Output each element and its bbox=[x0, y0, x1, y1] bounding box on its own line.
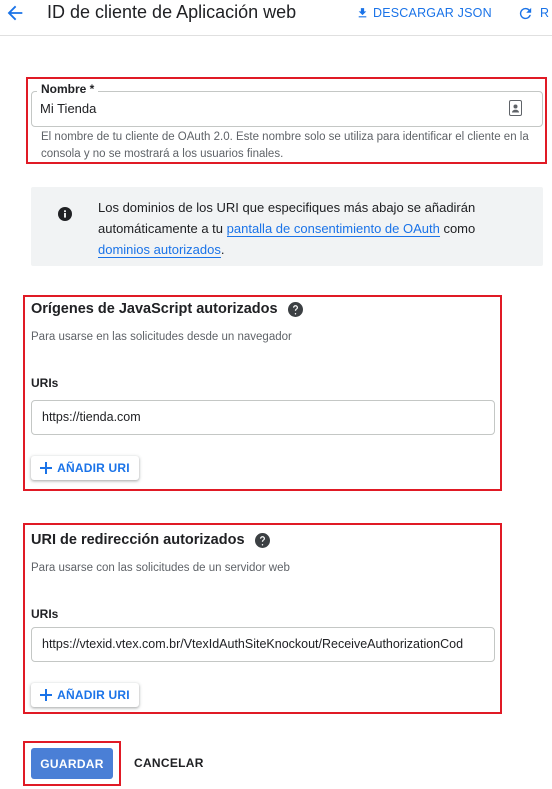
info-text-part: como bbox=[439, 221, 476, 236]
page-title: ID de cliente de Aplicación web bbox=[47, 2, 297, 22]
add-redirect-uri-button[interactable]: AÑADIR URI bbox=[31, 683, 139, 707]
info-icon bbox=[58, 207, 72, 221]
js-origin-uri-input[interactable]: https://tienda.com bbox=[31, 400, 495, 435]
name-field[interactable] bbox=[31, 91, 543, 127]
js-origin-uri-value: https://tienda.com bbox=[42, 410, 141, 424]
plus-icon bbox=[40, 689, 53, 701]
contact-card-icon[interactable] bbox=[509, 100, 522, 116]
js-origins-title: Orígenes de JavaScript autorizados bbox=[31, 301, 303, 317]
page-header: ID de cliente de Aplicación web DESCARGA… bbox=[0, 0, 552, 36]
info-text: Los dominios de los URI que especifiques… bbox=[98, 197, 518, 260]
redirect-uris-subtitle: Para usarse con las solicitudes de un se… bbox=[31, 562, 290, 574]
js-origins-title-text: Orígenes de JavaScript autorizados bbox=[31, 301, 278, 317]
redirect-uris-title-text: URI de redirección autorizados bbox=[31, 532, 245, 548]
name-field-value[interactable]: Mi Tienda bbox=[40, 101, 96, 116]
js-origins-uris-label: URIs bbox=[31, 376, 59, 390]
add-js-origin-button[interactable]: AÑADIR URI bbox=[31, 456, 139, 480]
refresh-button[interactable]: R bbox=[517, 4, 549, 22]
download-icon bbox=[358, 8, 367, 18]
download-json-label: DESCARGAR JSON bbox=[373, 6, 492, 20]
save-button[interactable]: GUARDAR bbox=[31, 748, 113, 779]
download-json-button[interactable]: DESCARGAR JSON bbox=[356, 4, 492, 22]
refresh-label: R bbox=[540, 6, 550, 20]
arrow-back-icon[interactable] bbox=[4, 2, 26, 24]
redirect-uris-title: URI de redirección autorizados bbox=[31, 532, 270, 548]
info-text-part: . bbox=[220, 242, 225, 257]
plus-icon bbox=[40, 462, 53, 474]
redirect-uri-input[interactable]: https://vtexid.vtex.com.br/VtexIdAuthSit… bbox=[31, 627, 495, 662]
add-js-origin-label: AÑADIR URI bbox=[57, 461, 130, 475]
add-redirect-uri-label: AÑADIR URI bbox=[57, 688, 130, 702]
oauth-client-page: ID de cliente de Aplicación web DESCARGA… bbox=[0, 0, 552, 789]
authorized-domains-link[interactable]: dominios autorizados bbox=[98, 242, 221, 258]
consent-screen-link[interactable]: pantalla de consentimiento de OAuth bbox=[226, 221, 440, 237]
help-icon[interactable] bbox=[287, 301, 303, 317]
cancel-button[interactable]: CANCELAR bbox=[134, 756, 204, 770]
redirect-uri-value: https://vtexid.vtex.com.br/VtexIdAuthSit… bbox=[42, 637, 464, 651]
name-field-help: El nombre de tu cliente de OAuth 2.0. Es… bbox=[41, 131, 529, 160]
refresh-icon bbox=[519, 7, 532, 19]
name-field-label: Nombre * bbox=[37, 82, 99, 96]
redirect-uris-label: URIs bbox=[31, 607, 59, 621]
js-origins-subtitle: Para usarse en las solicitudes desde un … bbox=[31, 331, 292, 343]
help-icon[interactable] bbox=[254, 532, 270, 548]
